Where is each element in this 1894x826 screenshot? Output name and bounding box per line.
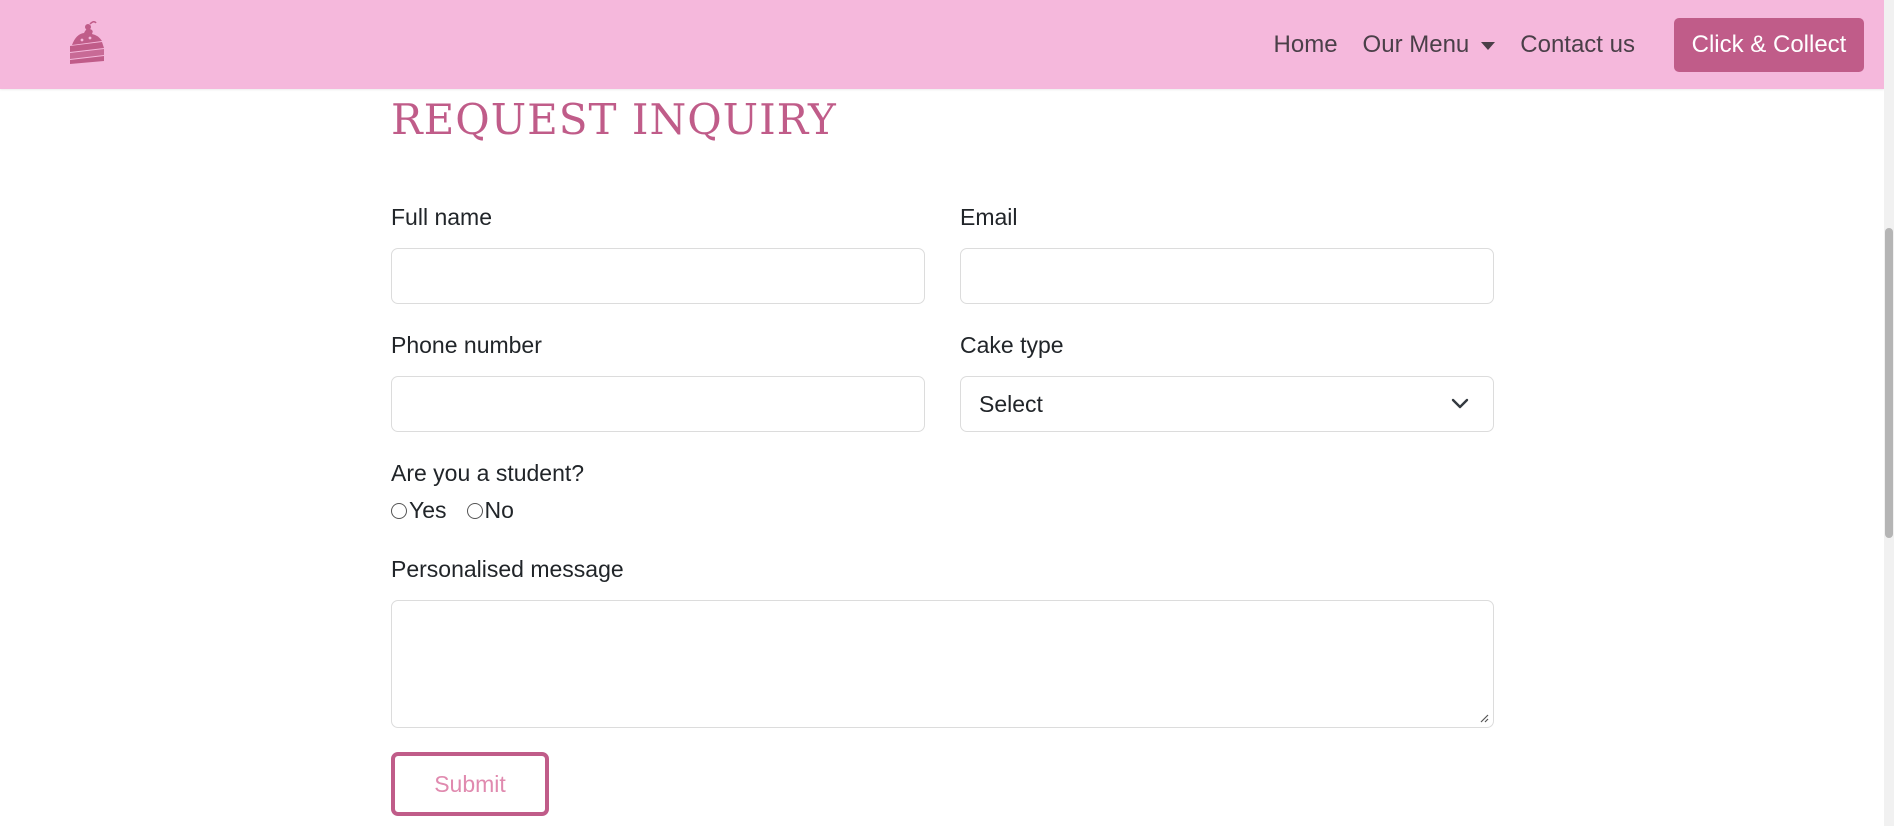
phone-number-label: Phone number [391,332,542,358]
page: Home Our Menu Contact us Click & Collect… [0,0,1894,826]
nav-link-our-menu[interactable]: Our Menu [1363,31,1496,59]
radio-button[interactable] [466,502,483,519]
phone-number-input[interactable] [391,376,925,432]
nav-link-contact[interactable]: Contact us [1520,31,1635,59]
nav-link-label: Home [1273,30,1338,58]
student-question-label: Are you a student? [391,460,585,486]
cake-type-select[interactable]: Select [960,376,1494,432]
full-name-input[interactable] [391,248,925,304]
caret-down-icon [1481,41,1496,50]
cake-type-label: Cake type [960,332,1064,358]
chevron-down-icon [1451,398,1469,409]
click-and-collect-button[interactable]: Click & Collect [1674,17,1864,72]
resize-handle-icon[interactable] [1479,713,1489,723]
radio-option-no[interactable]: No [466,497,514,524]
radio-label: No [484,497,514,523]
navbar: Home Our Menu Contact us Click & Collect [0,0,1884,89]
cake-slice-icon[interactable] [64,20,110,66]
personalised-message-textarea[interactable] [391,600,1494,728]
submit-button[interactable]: Submit [391,752,549,816]
radio-option-yes[interactable]: Yes [391,497,447,524]
student-radio-group: Yes No [391,497,534,524]
personalised-message-label: Personalised message [391,556,624,582]
nav-link-home[interactable]: Home [1274,31,1338,59]
full-name-label: Full name [391,204,492,230]
email-label: Email [960,204,1018,230]
nav-links: Home Our Menu Contact us Click & Collect [1274,0,1884,89]
nav-link-label: Contact us [1520,30,1635,58]
nav-link-label: Our Menu [1362,30,1470,58]
cake-type-selected-value: Select [979,390,1043,417]
email-input[interactable] [960,248,1494,304]
scrollbar-track[interactable] [1884,0,1894,826]
radio-label: Yes [409,497,447,523]
page-title: REQUEST INQUIRY [391,95,837,144]
scrollbar-thumb[interactable] [1885,228,1893,538]
radio-button[interactable] [391,502,407,519]
